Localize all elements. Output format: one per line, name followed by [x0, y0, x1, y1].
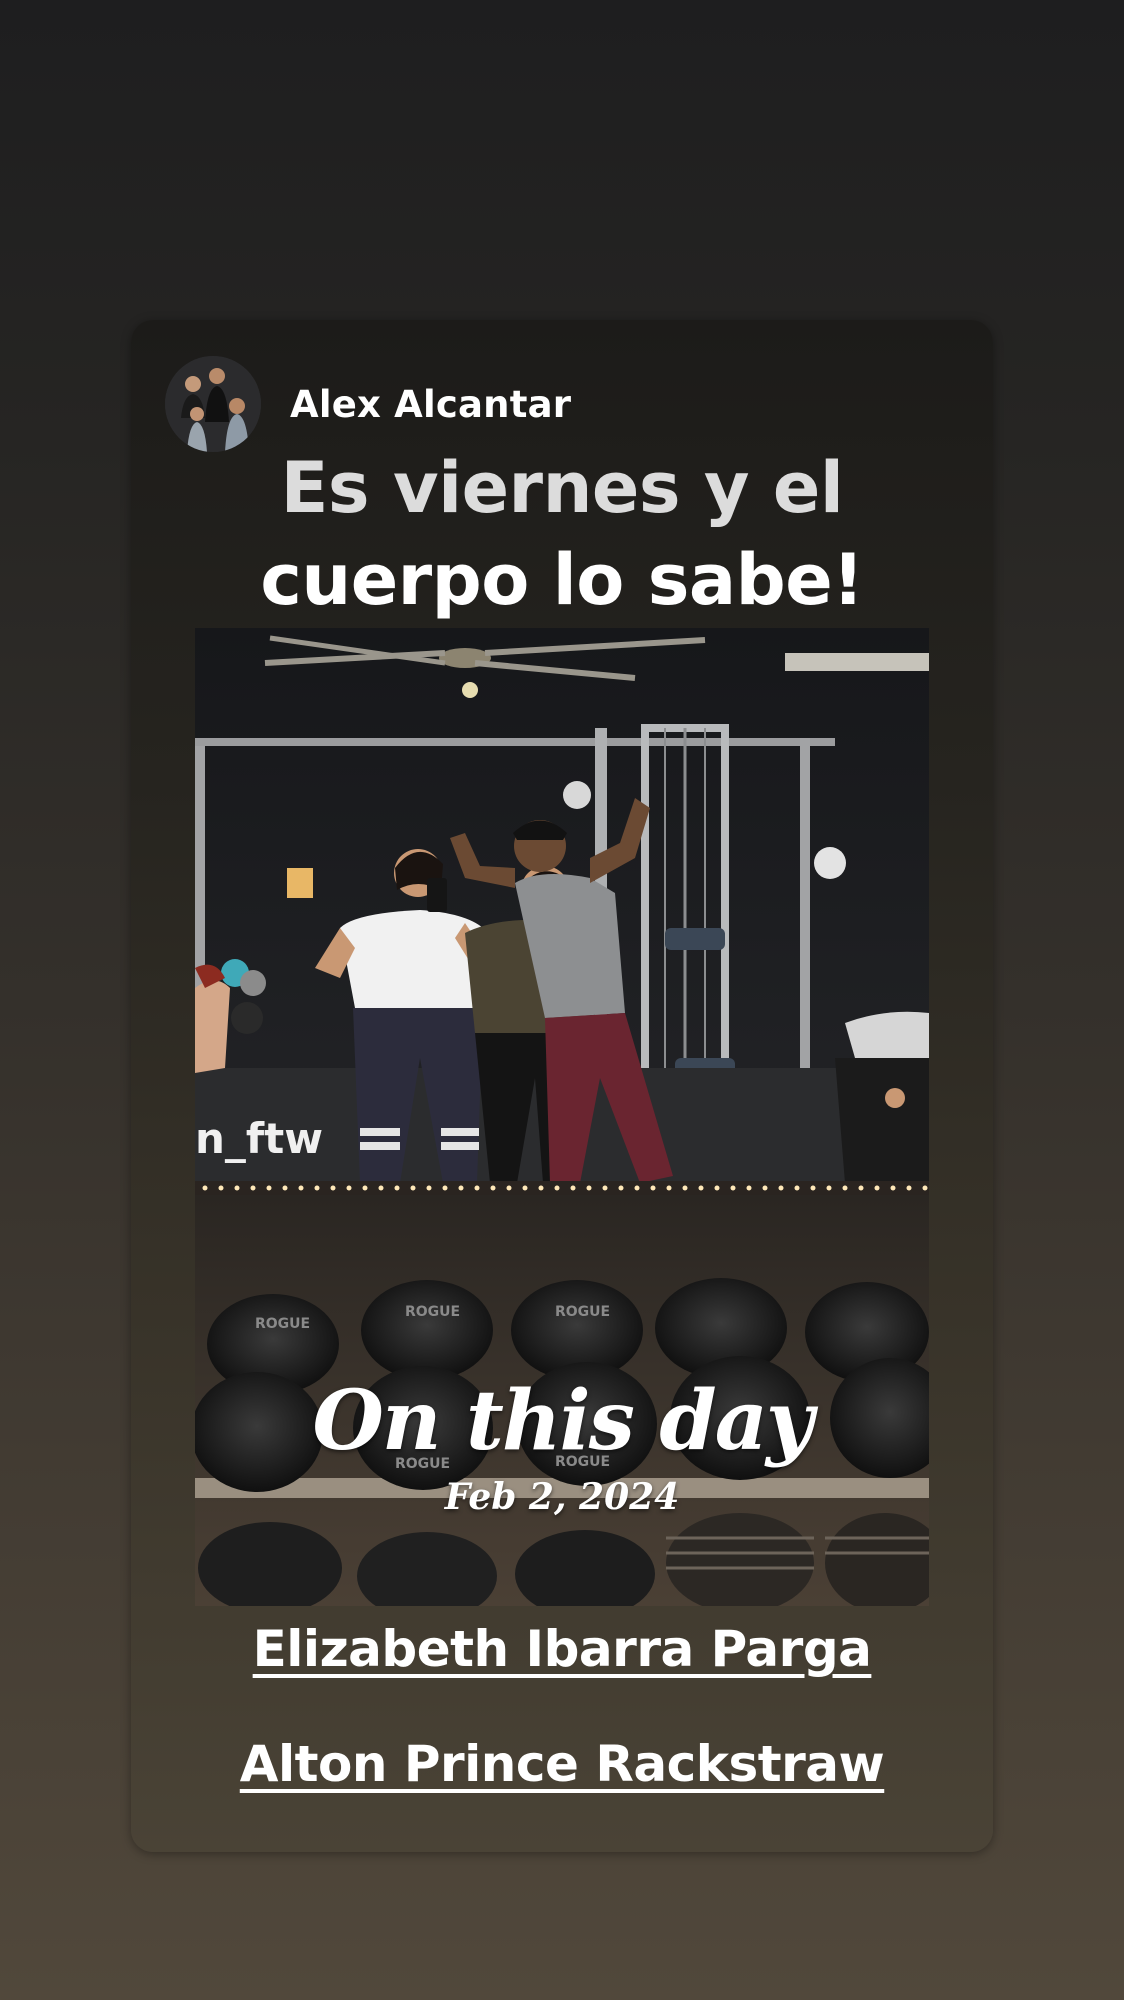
story-card: Alex Alcantar Es viernes y el cuerpo lo … — [131, 320, 993, 1852]
avatar[interactable] — [165, 356, 261, 452]
svg-text:ROGUE: ROGUE — [405, 1304, 460, 1320]
memory-title: On this day — [312, 1373, 813, 1469]
wall-logo-text: n_ftw — [195, 1114, 323, 1163]
author-name[interactable]: Alex Alcantar — [290, 383, 571, 426]
story-author[interactable]: Alex Alcantar — [165, 356, 571, 452]
story-caption: Es viernes y el cuerpo lo sabe! — [131, 442, 993, 626]
caption-line-2: cuerpo lo sabe! — [260, 539, 864, 621]
mention-tag-1[interactable]: Elizabeth Ibarra Parga — [131, 1620, 993, 1678]
memory-date: Feb 2, 2024 — [444, 1476, 680, 1518]
svg-text:ROGUE: ROGUE — [255, 1316, 310, 1332]
memory-photo[interactable]: n_ftw ROGUE ROGUE ROGUE ROGUE ROGUE On t… — [195, 628, 929, 1606]
caption-line-1: Es viernes y el — [280, 447, 844, 529]
mention-tag-2[interactable]: Alton Prince Rackstraw — [131, 1735, 993, 1793]
svg-text:ROGUE: ROGUE — [555, 1304, 610, 1320]
